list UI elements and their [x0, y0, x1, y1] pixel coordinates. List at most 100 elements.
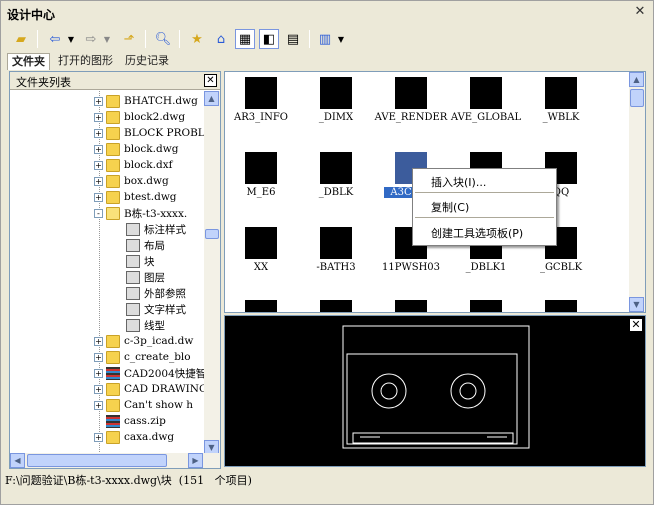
tree-item-label: 线型: [144, 319, 165, 332]
expand-toggle-icon[interactable]: +: [94, 336, 103, 346]
tree-item-label: block.dxf: [124, 159, 173, 171]
tree-horizontal-scrollbar[interactable]: ◀ ▶: [10, 453, 220, 468]
menu-item-insert-block[interactable]: 插入块(I)...: [431, 174, 486, 190]
tree-item-label: cass.zip: [124, 415, 166, 427]
tree-item[interactable]: 文字样式: [126, 301, 186, 317]
tree-item[interactable]: + BLOCK PROBLEM: [94, 125, 204, 141]
tree-item[interactable]: 外部参照: [126, 285, 186, 301]
scroll-up-icon[interactable]: ▲: [629, 72, 644, 87]
window-close-icon[interactable]: ✕: [633, 5, 647, 19]
back-button[interactable]: ⇦: [45, 29, 65, 49]
tree-item-label: Can't show h: [124, 399, 194, 411]
toolbar: ▰ ⇦ ▼ ⇨ ▼ ⬏ 🔍︎ ★ ⌂ ▦ ◧ ▤ ▥ ▼: [1, 27, 653, 51]
menu-item-create-tool-palette[interactable]: 创建工具选项板(P): [431, 225, 523, 241]
tree-item[interactable]: + btest.dwg: [94, 189, 177, 205]
tree-item[interactable]: + Can't show h: [94, 397, 193, 413]
tree-item[interactable]: + CAD DRAWING.: [94, 381, 204, 397]
up-button[interactable]: ⬏: [119, 29, 139, 49]
expand-toggle-icon[interactable]: +: [94, 192, 103, 202]
back-dropdown[interactable]: ▼: [65, 29, 77, 49]
expand-toggle-icon[interactable]: +: [94, 144, 103, 154]
window-title: 设计中心: [7, 8, 56, 22]
chevron-down-icon: ▼: [67, 34, 75, 44]
block-thumbnail: [320, 152, 352, 184]
home-button[interactable]: ⌂: [211, 29, 231, 49]
tree-item-label: block.dwg: [124, 143, 179, 155]
folder-icon: [106, 382, 120, 396]
tree-item-label: c-3p_icad.dw: [124, 335, 194, 347]
folder-icon: [106, 110, 120, 124]
expand-toggle-icon[interactable]: +: [94, 352, 103, 362]
views-button[interactable]: ▥: [315, 29, 335, 49]
tree-item-label: 文字样式: [144, 303, 186, 316]
favorites-icon: ★: [191, 31, 203, 47]
expand-toggle-icon[interactable]: +: [94, 96, 103, 106]
description-toggle-button[interactable]: ▤: [283, 29, 303, 49]
block-item[interactable]: _WBLK: [509, 74, 613, 150]
block-thumbnail: [245, 227, 277, 259]
tree-item-label: box.dwg: [124, 175, 169, 187]
tab-history[interactable]: 历史记录: [121, 53, 173, 70]
tree-item[interactable]: 块: [126, 253, 155, 269]
textstyle-icon: [126, 302, 140, 316]
load-folder-button[interactable]: ▰: [11, 29, 31, 49]
tree-item[interactable]: 图层: [126, 269, 165, 285]
tree-item[interactable]: + block.dwg: [94, 141, 178, 157]
scroll-right-icon[interactable]: ▶: [188, 453, 203, 468]
tree-item[interactable]: cass.zip: [94, 413, 166, 429]
tree-toggle-button[interactable]: ▦: [235, 29, 255, 49]
tree-item[interactable]: 线型: [126, 317, 165, 333]
tab-folders[interactable]: 文件夹: [7, 53, 50, 70]
expand-toggle-icon[interactable]: +: [94, 384, 103, 394]
tree-toggle-icon: ▦: [238, 31, 252, 47]
scroll-left-icon[interactable]: ◀: [10, 453, 25, 468]
tree-item[interactable]: + CAD2004快捷智: [94, 365, 204, 381]
preview-toggle-button[interactable]: ◧: [259, 29, 279, 49]
tree-item[interactable]: + caxa.dwg: [94, 429, 174, 445]
folder-list-panel: 文件夹列表 ✕ + BHATCH.dwg + block2.dwg + BLOCK PRO…: [9, 71, 221, 469]
tree-item[interactable]: + block2.dwg: [94, 109, 185, 125]
tree-item[interactable]: 布局: [126, 237, 165, 253]
folder-tree[interactable]: + BHATCH.dwg + block2.dwg + BLOCK PROBLEM + blo…: [10, 91, 204, 455]
linetype-icon: [126, 318, 140, 332]
forward-dropdown[interactable]: ▼: [101, 29, 113, 49]
expand-toggle-icon[interactable]: +: [94, 112, 103, 122]
folder-icon: [106, 430, 120, 444]
block-thumbnail: [395, 300, 427, 312]
tree-item[interactable]: - B栋-t3-xxxx.: [94, 205, 187, 221]
tree-item[interactable]: + BHATCH.dwg: [94, 93, 198, 109]
expand-toggle-icon[interactable]: +: [94, 128, 103, 138]
tab-open-drawings[interactable]: 打开的图形: [54, 53, 117, 70]
block-thumbnail: [545, 77, 577, 109]
menu-item-copy[interactable]: 复制(C): [431, 199, 469, 215]
expand-toggle-icon[interactable]: +: [94, 368, 103, 378]
forward-button[interactable]: ⇨: [81, 29, 101, 49]
scroll-thumb[interactable]: [630, 89, 644, 107]
views-dropdown[interactable]: ▼: [335, 29, 347, 49]
hscroll-thumb[interactable]: [27, 454, 167, 467]
expand-toggle-icon[interactable]: +: [94, 160, 103, 170]
tree-item[interactable]: + box.dwg: [94, 173, 169, 189]
up-folder-icon: ⬏: [123, 31, 135, 47]
block-label: _WBLK: [542, 112, 580, 123]
block-thumbnail: [395, 77, 427, 109]
chevron-down-icon: ▼: [103, 34, 111, 44]
home-icon: ⌂: [216, 31, 226, 47]
expand-toggle-icon[interactable]: -: [94, 208, 103, 218]
block-thumbnail: [470, 300, 502, 312]
tree-item[interactable]: 标注样式: [126, 221, 186, 237]
block-thumbnail: [545, 300, 577, 312]
expand-toggle-icon[interactable]: +: [94, 400, 103, 410]
scroll-down-icon[interactable]: ▼: [629, 297, 644, 312]
tree-item[interactable]: + block.dxf: [94, 157, 173, 173]
expand-toggle-icon[interactable]: +: [94, 176, 103, 186]
preview-close-icon[interactable]: ✕: [629, 318, 643, 332]
folder-open-icon: [106, 206, 120, 220]
search-button[interactable]: 🔍︎: [153, 29, 173, 49]
favorites-button[interactable]: ★: [187, 29, 207, 49]
palette-vertical-scrollbar[interactable]: ▲ ▼: [629, 72, 645, 312]
expand-toggle-icon[interactable]: +: [94, 432, 103, 442]
tree-item[interactable]: + c-3p_icad.dw: [94, 333, 193, 349]
tree-item[interactable]: + c_create_blo: [94, 349, 191, 365]
dimstyle-icon: [126, 222, 140, 236]
